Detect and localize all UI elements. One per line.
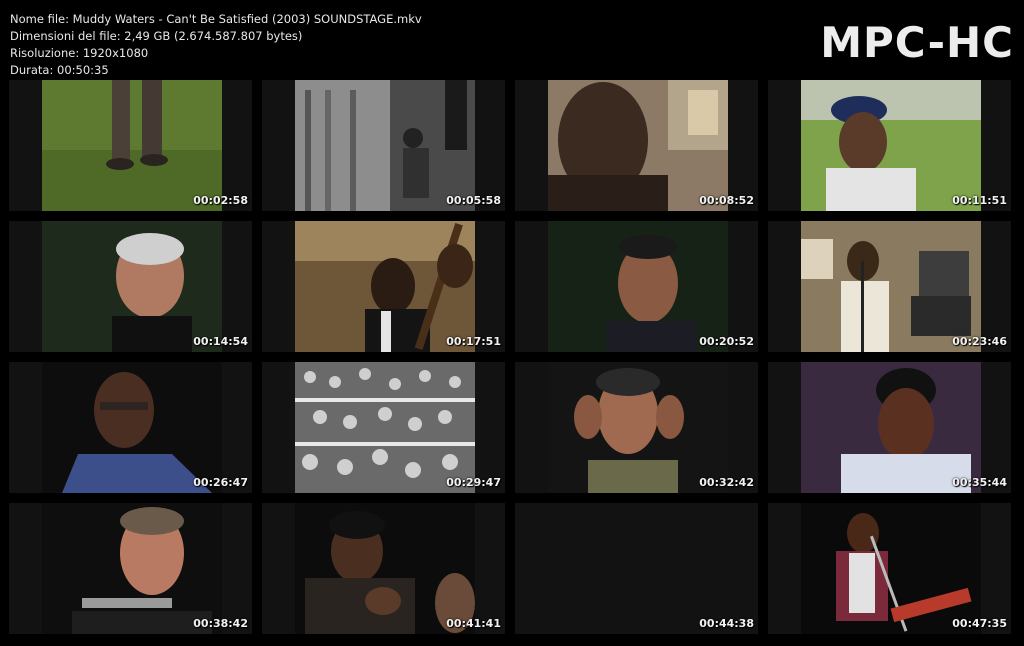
thumbnail-timestamp: 00:26:47 (193, 476, 248, 489)
thumbnail-timestamp: 00:02:58 (193, 194, 248, 207)
thumbnail-image (295, 362, 475, 493)
thumbnail-image (548, 221, 728, 352)
thumbnail-image (42, 362, 222, 493)
thumbnail[interactable]: 00:38:42 (9, 503, 252, 634)
thumbnail-image (801, 503, 981, 634)
thumbnail-image (801, 362, 981, 493)
thumbnail[interactable]: 00:05:58 (262, 80, 505, 211)
thumbnail[interactable]: 00:47:35 (768, 503, 1011, 634)
thumbnail-timestamp: 00:44:38 (699, 617, 754, 630)
thumbnail[interactable]: 00:11:51 (768, 80, 1011, 211)
thumbnail[interactable]: 00:35:44 (768, 362, 1011, 493)
thumbnail-image (801, 80, 981, 211)
thumbnail-timestamp: 00:05:58 (446, 194, 501, 207)
thumbnail-image (295, 503, 475, 634)
thumbnail-timestamp: 00:14:54 (193, 335, 248, 348)
thumbnail-timestamp: 00:47:35 (952, 617, 1007, 630)
thumbnail-grid: 00:02:58 00:05:58 00:08:52 00:11:51 00:1… (9, 80, 1015, 635)
thumbnail-timestamp: 00:29:47 (446, 476, 501, 489)
thumbnail-timestamp: 00:35:44 (952, 476, 1007, 489)
thumbnail-image (548, 362, 728, 493)
thumbnail[interactable]: 00:32:42 (515, 362, 758, 493)
thumbnail-image (42, 80, 222, 211)
thumbnail-timestamp: 00:41:41 (446, 617, 501, 630)
file-info: Nome file: Muddy Waters - Can't Be Satis… (10, 11, 422, 79)
file-duration: Durata: 00:50:35 (10, 63, 109, 77)
thumbnail-image (42, 221, 222, 352)
file-resolution: Risoluzione: 1920x1080 (10, 46, 149, 60)
thumbnail[interactable]: 00:44:38 (515, 503, 758, 634)
thumbnail-timestamp: 00:38:42 (193, 617, 248, 630)
file-name: Nome file: Muddy Waters - Can't Be Satis… (10, 12, 422, 26)
thumbnail[interactable]: 00:41:41 (262, 503, 505, 634)
thumbnail-image (548, 80, 728, 211)
thumbnail[interactable]: 00:08:52 (515, 80, 758, 211)
thumbnail-image (295, 221, 475, 352)
thumbnail[interactable]: 00:23:46 (768, 221, 1011, 352)
thumbnail[interactable]: 00:17:51 (262, 221, 505, 352)
thumbnail-timestamp: 00:32:42 (699, 476, 754, 489)
mpc-hc-logo: MPC-HC (820, 18, 1014, 67)
thumbnail-timestamp: 00:17:51 (446, 335, 501, 348)
thumbnail-timestamp: 00:20:52 (699, 335, 754, 348)
thumbnail[interactable]: 00:29:47 (262, 362, 505, 493)
thumbnail[interactable]: 00:26:47 (9, 362, 252, 493)
thumbnail[interactable]: 00:20:52 (515, 221, 758, 352)
thumbnail-image (548, 503, 728, 634)
thumbnail[interactable]: 00:14:54 (9, 221, 252, 352)
thumbnail-image (42, 503, 222, 634)
thumbnail[interactable]: 00:02:58 (9, 80, 252, 211)
file-size: Dimensioni del file: 2,49 GB (2.674.587.… (10, 29, 303, 43)
thumbnail-timestamp: 00:08:52 (699, 194, 754, 207)
thumbnail-timestamp: 00:11:51 (952, 194, 1007, 207)
thumbnail-image (801, 221, 981, 352)
thumbnail-image (295, 80, 475, 211)
thumbnail-timestamp: 00:23:46 (952, 335, 1007, 348)
